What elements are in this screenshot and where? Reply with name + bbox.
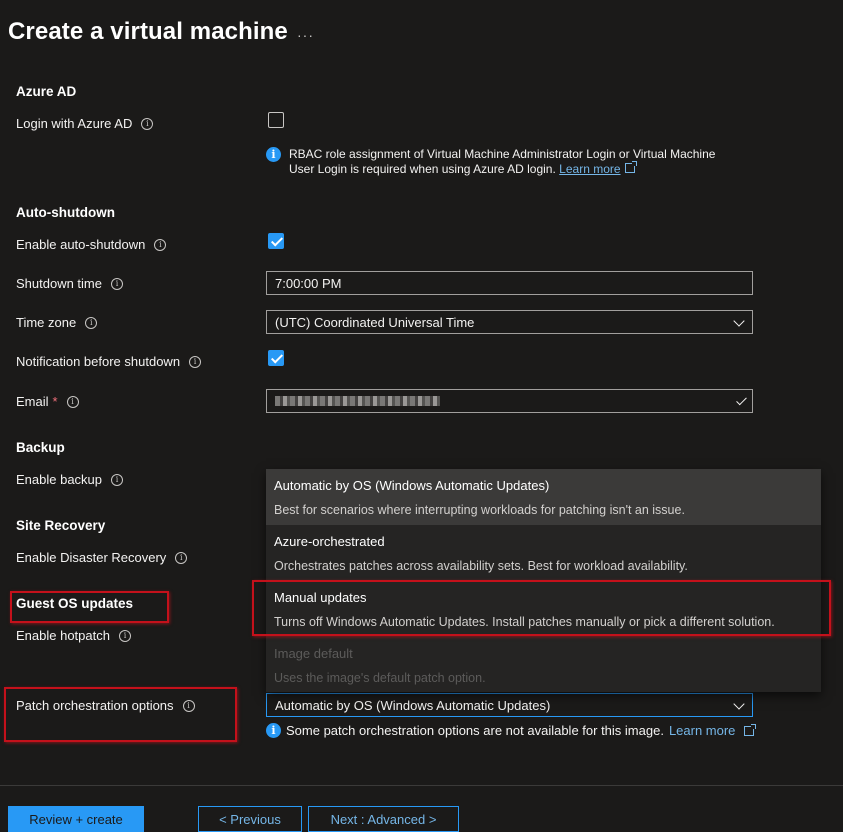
enable-auto-shutdown-checkbox[interactable] (268, 233, 284, 249)
chevron-down-icon (733, 698, 745, 710)
rbac-info-message: i RBAC role assignment of Virtual Machin… (266, 147, 736, 177)
login-azure-ad-label: Login with Azure AD i (16, 116, 154, 131)
option-title: Automatic by OS (Windows Automatic Updat… (274, 478, 550, 493)
time-zone-text: Time zone (16, 315, 77, 330)
email-label: Email * i (16, 394, 79, 409)
redacted-email (275, 396, 440, 406)
enable-hotpatch-text: Enable hotpatch (16, 628, 110, 643)
notification-checkbox[interactable] (268, 350, 284, 366)
section-azure-ad: Azure AD (16, 84, 77, 99)
info-icon[interactable]: i (111, 473, 124, 486)
shutdown-time-input[interactable]: 7:00:00 PM (266, 271, 753, 295)
previous-button[interactable]: < Previous (198, 806, 302, 832)
external-link-icon (744, 723, 757, 736)
option-description: Orchestrates patches across availability… (274, 559, 688, 573)
section-backup: Backup (16, 440, 65, 455)
option-title: Image default (274, 646, 353, 661)
info-icon[interactable]: i (175, 551, 188, 564)
enable-hotpatch-label: Enable hotpatch i (16, 628, 131, 643)
email-input[interactable] (266, 389, 753, 413)
shutdown-time-text: Shutdown time (16, 276, 102, 291)
enable-disaster-recovery-text: Enable Disaster Recovery (16, 550, 167, 565)
footer-divider (0, 785, 843, 786)
option-image-default: Image default Uses the image's default p… (266, 637, 821, 693)
rbac-learn-more-link[interactable]: Learn more (559, 162, 620, 176)
section-site-recovery: Site Recovery (16, 518, 106, 533)
rbac-note-text: RBAC role assignment of Virtual Machine … (289, 147, 716, 176)
info-icon[interactable]: i (118, 629, 131, 642)
more-options-icon[interactable]: ··· (297, 27, 314, 43)
patch-learn-more-link[interactable]: Learn more (669, 723, 735, 738)
time-zone-value: (UTC) Coordinated Universal Time (275, 314, 475, 330)
external-link-icon (624, 161, 637, 173)
time-zone-label: Time zone i (16, 315, 98, 330)
review-create-button[interactable]: Review + create (8, 806, 144, 832)
option-azure-orchestrated[interactable]: Azure-orchestrated Orchestrates patches … (266, 525, 821, 581)
info-filled-icon: i (266, 147, 281, 162)
patch-hint: i Some patch orchestration options are n… (266, 723, 757, 738)
enable-auto-shutdown-text: Enable auto-shutdown (16, 237, 146, 252)
option-title: Azure-orchestrated (274, 534, 385, 549)
info-icon[interactable]: i (85, 316, 98, 329)
shutdown-time-label: Shutdown time i (16, 276, 123, 291)
enable-backup-text: Enable backup (16, 472, 103, 487)
info-icon[interactable]: i (66, 395, 79, 408)
chevron-down-icon (733, 315, 745, 327)
info-icon[interactable]: i (189, 355, 202, 368)
enable-disaster-recovery-label: Enable Disaster Recovery i (16, 550, 188, 565)
option-description: Best for scenarios where interrupting wo… (274, 503, 685, 517)
patch-hint-text: Some patch orchestration options are not… (286, 723, 664, 738)
email-text: Email (16, 394, 49, 409)
required-asterisk: * (52, 394, 58, 409)
next-advanced-button[interactable]: Next : Advanced > (308, 806, 459, 832)
section-auto-shutdown: Auto-shutdown (16, 205, 115, 220)
login-azure-ad-text: Login with Azure AD (16, 116, 133, 131)
info-filled-icon: i (266, 723, 281, 738)
notification-label: Notification before shutdown i (16, 354, 202, 369)
option-automatic-by-os[interactable]: Automatic by OS (Windows Automatic Updat… (266, 469, 821, 525)
page-title: Create a virtual machine (8, 18, 288, 45)
shutdown-time-value: 7:00:00 PM (275, 275, 342, 291)
patch-orchestration-select[interactable]: Automatic by OS (Windows Automatic Updat… (266, 693, 753, 717)
login-azure-ad-checkbox[interactable] (268, 112, 284, 128)
info-icon[interactable]: i (111, 277, 123, 290)
info-icon[interactable]: i (154, 238, 167, 251)
option-description: Uses the image's default patch option. (274, 671, 486, 685)
patch-orchestration-value: Automatic by OS (Windows Automatic Updat… (275, 697, 551, 713)
enable-auto-shutdown-label: Enable auto-shutdown i (16, 237, 167, 252)
annotation-box-patch-orchestration (4, 687, 237, 742)
annotation-box-manual-updates (252, 580, 831, 636)
rbac-note: RBAC role assignment of Virtual Machine … (289, 147, 736, 177)
time-zone-select[interactable]: (UTC) Coordinated Universal Time (266, 310, 753, 334)
notification-text: Notification before shutdown (16, 354, 181, 369)
enable-backup-label: Enable backup i (16, 472, 124, 487)
checkmark-icon (736, 394, 747, 406)
info-icon[interactable]: i (141, 117, 154, 130)
annotation-box-guest-os (10, 591, 169, 623)
